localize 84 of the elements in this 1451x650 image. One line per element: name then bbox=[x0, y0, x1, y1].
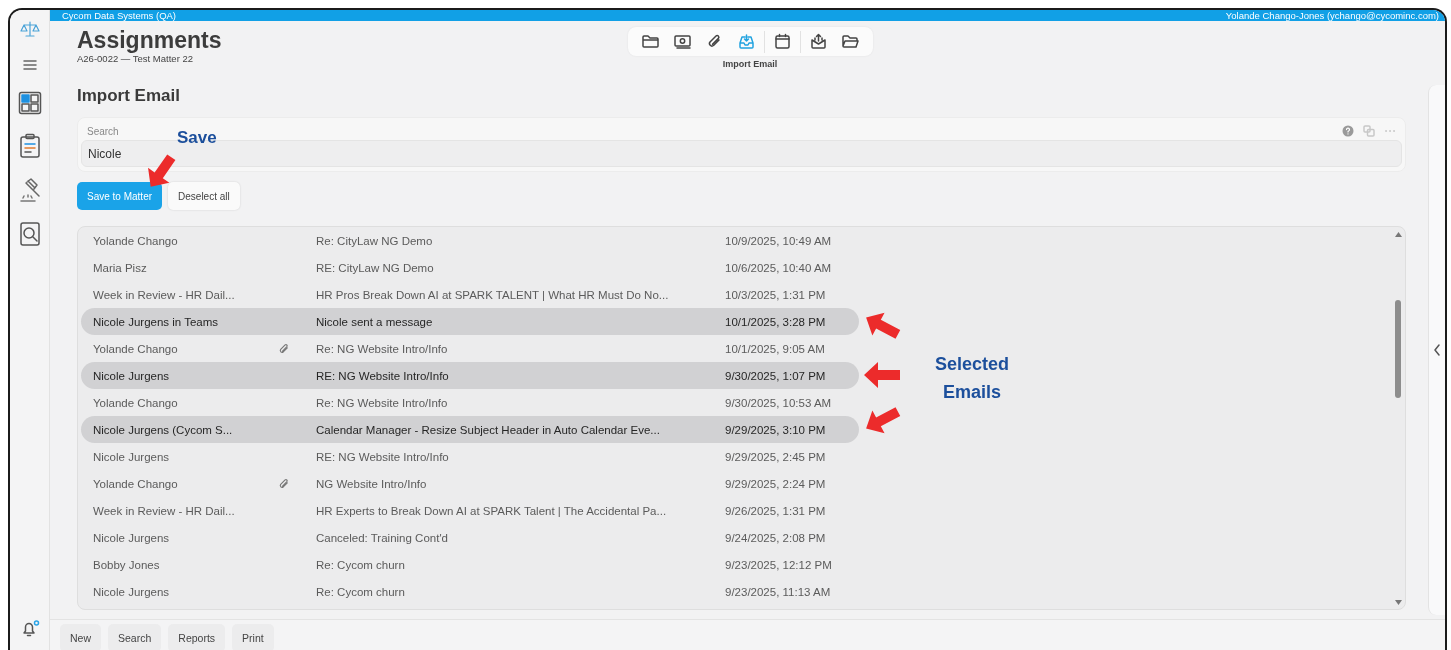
date-cell-text: 10/1/2025, 3:28 PM bbox=[725, 315, 827, 328]
sender-cell-text: Yolande Chango bbox=[93, 396, 179, 409]
scroll-down-icon[interactable] bbox=[1394, 599, 1402, 605]
sender-cell-text: Nicole Jurgens bbox=[93, 531, 171, 544]
subject-cell-text: NG Website Intro/Info bbox=[316, 477, 428, 490]
date-cell-text: 10/3/2025, 1:31 PM bbox=[725, 288, 827, 301]
sender-cell-text: Bobby Jones bbox=[93, 558, 161, 571]
date-cell-text: 9/23/2025, 11:13 AM bbox=[725, 585, 832, 598]
email-row[interactable]: Nicole Jurgens RE: NG Website Intro/Info 9/29/2025, 2:45 PM bbox=[81, 443, 859, 470]
gavel-icon[interactable] bbox=[17, 177, 42, 203]
email-row[interactable]: Nicole Jurgens RE: NG Website Intro/Info 9/30/2025, 1:07 PM bbox=[81, 362, 859, 389]
subject-cell-text: Re: Cycom churn bbox=[316, 558, 406, 571]
sender-cell-text: Yolande Chango bbox=[93, 342, 179, 355]
subject-cell-text: RE: NG Website Intro/Info bbox=[316, 450, 450, 463]
deselect-button[interactable]: Deselect all bbox=[168, 182, 240, 210]
sender-cell-text: Yolande Chango bbox=[93, 477, 179, 490]
date-cell-text: 9/29/2025, 2:24 PM bbox=[725, 477, 827, 490]
subject-cell-text: Re: NG Website Intro/Info bbox=[316, 396, 449, 409]
document-search-icon[interactable] bbox=[18, 221, 41, 247]
toolbar-caption: Import Email bbox=[722, 59, 778, 69]
subject-cell-text: Re: NG Website Intro/Info bbox=[316, 342, 449, 355]
help-icon[interactable] bbox=[1342, 125, 1354, 137]
date-cell-text: 9/26/2025, 1:31 PM bbox=[725, 504, 827, 517]
subject-cell-text: Canceled: Training Cont'd bbox=[316, 531, 449, 544]
email-row[interactable]: Week in Review - HR Dail... HR Experts to Break Down AI at SPARK Talent | The Accidental Pa... 9/26/2025, 1:31 PM bbox=[81, 497, 859, 524]
matter-subtitle: A26-0022 — Test Matter 22 bbox=[77, 53, 194, 65]
scrollbar-thumb[interactable] bbox=[1395, 300, 1401, 398]
email-row[interactable]: Nicole Jurgens Canceled: Training Cont'd 9/24/2025, 2:08 PM bbox=[81, 524, 859, 551]
email-row[interactable]: Yolande Chango Re: NG Website Intro/Info 10/1/2025, 9:05 AM bbox=[81, 335, 859, 362]
date-cell-text: 10/6/2025, 10:40 AM bbox=[725, 261, 833, 274]
inbox-download-icon[interactable] bbox=[736, 32, 756, 51]
subject-cell-text: HR Pros Break Down AI at SPARK TALENT | What HR Must Do No... bbox=[316, 288, 670, 301]
email-row[interactable]: Nicole Jurgens (Cycom S... Calendar Manager - Resize Subject Header in Auto Calendar Eve... 9/29/2025, 3:10 PM bbox=[81, 416, 859, 443]
bottom-button[interactable]: Reports bbox=[168, 624, 226, 650]
email-row[interactable]: Week in Review - HR Dail... HR Pros Break Down AI at SPARK TALENT | What HR Must Do No... 10/3/2025, 1:31 PM bbox=[81, 281, 859, 308]
email-row[interactable]: Nicole Jurgens Re: Cycom churn 9/23/2025, 11:13 AM bbox=[81, 578, 859, 605]
sender-cell-text: Nicole Jurgens bbox=[93, 450, 171, 463]
date-cell-text: 9/30/2025, 10:53 AM bbox=[725, 396, 833, 409]
subject-cell-text: Re: CityLaw NG Demo bbox=[316, 234, 434, 247]
date-cell-text: 9/23/2025, 12:12 PM bbox=[725, 558, 833, 571]
date-cell-text: 9/29/2025, 3:10 PM bbox=[725, 423, 827, 436]
envelope-upload-icon[interactable] bbox=[808, 32, 828, 51]
sender-cell-text: Nicole Jurgens bbox=[93, 585, 171, 598]
dashboard-icon[interactable] bbox=[17, 91, 42, 115]
email-row[interactable]: Nicole Jurgens in Teams Nicole sent a message 10/1/2025, 3:28 PM bbox=[81, 308, 859, 335]
sender-cell-text: Yolande Chango bbox=[93, 234, 179, 247]
sender-cell-text: Nicole Jurgens (Cycom S... bbox=[93, 423, 234, 436]
sender-cell-text: Maria Pisz bbox=[93, 261, 148, 274]
bottom-button[interactable]: Search bbox=[108, 624, 162, 650]
date-cell-text: 9/29/2025, 2:45 PM bbox=[725, 450, 827, 463]
date-cell-text: 9/24/2025, 2:08 PM bbox=[725, 531, 827, 544]
menu-icon[interactable] bbox=[22, 59, 37, 71]
email-row[interactable]: Yolande Chango NG Website Intro/Info 9/29/2025, 2:24 PM bbox=[81, 470, 859, 497]
subject-cell-text: HR Experts to Break Down AI at SPARK Talent | The Accidental Pa... bbox=[316, 504, 668, 517]
page-title: Assignments bbox=[77, 27, 223, 53]
email-row[interactable]: Yolande Chango Re: NG Website Intro/Info 9/30/2025, 10:53 AM bbox=[81, 389, 859, 416]
date-cell-text: 10/9/2025, 10:49 AM bbox=[725, 234, 833, 247]
sender-cell-text: Nicole Jurgens in Teams bbox=[93, 315, 220, 328]
sender-cell-text: Nicole Jurgens bbox=[93, 369, 171, 382]
sender-cell-text: Week in Review - HR Dail... bbox=[93, 504, 236, 517]
sender-cell-text: Week in Review - HR Dail... bbox=[93, 288, 236, 301]
email-row[interactable]: Maria Pisz RE: CityLaw NG Demo 10/6/2025, 10:40 AM bbox=[81, 254, 859, 281]
scroll-up-icon[interactable] bbox=[1394, 231, 1402, 237]
folder-icon[interactable] bbox=[640, 32, 660, 51]
date-cell-text: 9/30/2025, 1:07 PM bbox=[725, 369, 827, 382]
calendar-icon[interactable] bbox=[772, 32, 792, 51]
subject-cell-text: Calendar Manager - Resize Subject Header in Auto Calendar Eve... bbox=[316, 423, 661, 436]
subject-cell-text: Re: Cycom churn bbox=[316, 585, 406, 598]
section-title: Import Email bbox=[77, 86, 181, 106]
subject-cell-text: RE: CityLaw NG Demo bbox=[316, 261, 435, 274]
subject-cell-text: Nicole sent a message bbox=[316, 315, 434, 328]
annotation-label: Selected Emails bbox=[933, 353, 1010, 404]
email-row[interactable]: Bobby Jones Re: Cycom churn 9/23/2025, 12:12 PM bbox=[81, 551, 859, 578]
app-title: Cycom Data Systems (QA) bbox=[62, 10, 177, 21]
clipboard-icon[interactable] bbox=[18, 133, 41, 159]
subject-cell-text: RE: NG Website Intro/Info bbox=[316, 369, 450, 382]
chevron-left-icon[interactable] bbox=[1433, 344, 1441, 356]
folder-open-icon[interactable] bbox=[840, 32, 860, 51]
date-cell-text: 10/1/2025, 9:05 AM bbox=[725, 342, 826, 355]
search-label: Search bbox=[87, 125, 119, 137]
bottom-button[interactable]: New bbox=[60, 624, 101, 650]
bottom-button[interactable]: Print bbox=[232, 624, 274, 650]
email-row[interactable]: Yolande Chango Re: CityLaw NG Demo 10/9/2025, 10:49 AM bbox=[81, 227, 859, 254]
scales-logo-icon[interactable] bbox=[19, 19, 40, 39]
